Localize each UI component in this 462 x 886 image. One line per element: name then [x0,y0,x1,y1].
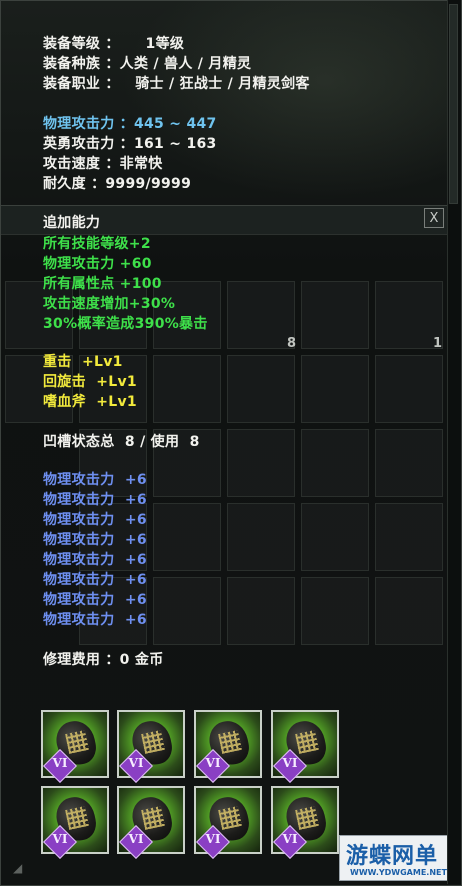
item-tooltip: 8 1 装备等级 ： 1等级 装备种族 ：人类 / 兽人 / 月精灵 装备职业 … [0,0,462,886]
socket-gem[interactable]: VI [41,786,109,859]
inventory-slot [301,503,369,571]
repair-cost: 修理费用 ：0 金币 [43,652,164,668]
inventory-slot [375,577,443,645]
inventory-slot [227,503,295,571]
inventory-slot [301,577,369,645]
stack-count: 1 [433,336,443,351]
gem-grill-icon [295,806,319,830]
gem-grill-icon [65,730,89,754]
bonus-line: 所有技能等级+2 [43,236,151,252]
inventory-slot [375,503,443,571]
bonus-line: 所有属性点 +100 [43,276,162,292]
socket-stat-line: 物理攻击力 +6 [43,492,147,508]
socket-gem[interactable]: VI [117,786,185,859]
socket-stat-line: 物理攻击力 +6 [43,532,147,548]
inventory-slot [227,577,295,645]
gem-grill-icon [218,730,242,754]
inventory-slot [375,429,443,497]
socket-stat-line: 物理攻击力 +6 [43,612,147,628]
equip-class: 装备职业 ： 骑士 / 狂战士 / 月精灵剑客 [43,76,310,92]
socket-stat-line: 物理攻击力 +6 [43,472,147,488]
inventory-slot [227,429,295,497]
gem-grill-icon [65,806,89,830]
socket-stat-line: 物理攻击力 +6 [43,592,147,608]
socket-gem[interactable]: VI [194,786,262,859]
watermark-url: WWW.YDWGAME.NET [350,868,447,877]
socket-stat-line: 物理攻击力 +6 [43,512,147,528]
socket-gem[interactable]: VI [194,710,262,783]
gem-grill-icon [295,730,319,754]
socket-stat-line: 物理攻击力 +6 [43,572,147,588]
socket-gem[interactable]: VI [117,710,185,783]
gem-grade: VI [128,832,144,846]
gem-grill-icon [218,806,242,830]
skill-bonus-line: 重击 +Lv1 [43,354,123,370]
equip-race: 装备种族 ：人类 / 兽人 / 月精灵 [43,56,252,72]
inventory-slot [301,355,369,423]
socket-gem[interactable]: VI [271,710,339,783]
attack-speed-stat: 攻击速度 ：非常快 [43,156,163,172]
socket-gem[interactable]: VI [271,786,339,859]
durability-stat: 耐久度 ：9999/9999 [43,176,192,192]
bonus-line: 物理攻击力 +60 [43,256,152,272]
inventory-slot [153,503,221,571]
site-watermark: 游蝶网单 WWW.YDWGAME.NET [339,835,457,881]
equip-level: 装备等级 ： 1等级 [43,36,185,52]
inventory-slot [375,355,443,423]
inventory-slot [153,577,221,645]
heroic-attack-stat: 英勇攻击力 ：161 ~ 163 [43,136,217,152]
socket-summary: 凹槽状态总 8 / 使用 8 [43,434,200,450]
inventory-slot [301,281,369,349]
gem-grade: VI [128,756,144,770]
physical-attack-stat: 物理攻击力 ：445 ~ 447 [43,116,217,132]
bonus-line: 30%概率造成390%暴击 [43,316,208,332]
gem-grade: VI [52,832,68,846]
gem-grade: VI [205,756,221,770]
watermark-main: 游蝶网单 [346,844,439,869]
skill-bonus-line: 回旋击 +Lv1 [43,374,137,390]
socket-gem[interactable]: VI [41,710,109,783]
close-button[interactable]: X [424,208,444,228]
inventory-slot [227,281,295,349]
extra-abilities-title: 追加能力 [43,215,101,231]
socket-gem-grid: VI VI VI VI VI VI VI VI [39,708,349,859]
background-art [121,1,461,201]
gem-grade: VI [282,756,298,770]
gem-grill-icon [141,806,165,830]
inventory-slot [227,355,295,423]
gem-grade: VI [52,756,68,770]
resize-grip-icon[interactable]: ◢ [13,861,22,875]
gem-grade: VI [205,832,221,846]
gem-grill-icon [141,730,165,754]
inventory-slot [301,429,369,497]
skill-bonus-line: 嗜血斧 +Lv1 [43,394,137,410]
stack-count: 8 [287,336,297,351]
inventory-slot [153,355,221,423]
gem-grade: VI [282,832,298,846]
scrollbar-thumb[interactable] [449,4,458,204]
socket-stat-line: 物理攻击力 +6 [43,552,147,568]
bonus-line: 攻击速度增加+30% [43,296,176,312]
